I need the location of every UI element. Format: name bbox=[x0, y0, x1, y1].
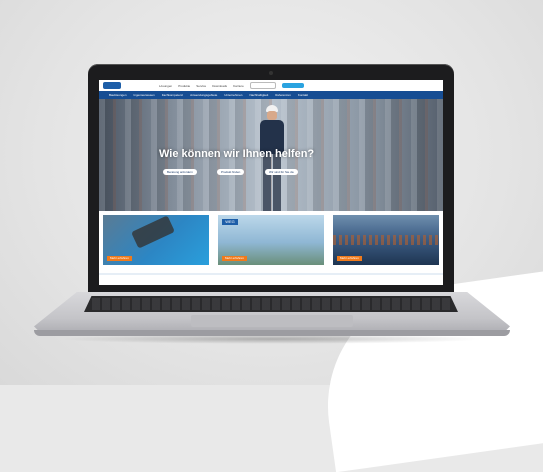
tile-button[interactable]: Mehr erfahren bbox=[107, 256, 132, 261]
hero-title: Wie können wir Ihnen helfen? bbox=[159, 148, 315, 160]
nav-item[interactable]: Anwendungsgebiete bbox=[190, 93, 217, 97]
top-nav-link[interactable]: Downloads bbox=[212, 84, 227, 88]
nav-item[interactable]: Baulösungen bbox=[109, 93, 127, 97]
company-logo[interactable] bbox=[103, 82, 121, 89]
teaser-tile[interactable]: Mehr erfahren bbox=[103, 215, 209, 265]
webcam bbox=[269, 71, 273, 75]
laptop-front-edge bbox=[34, 330, 510, 336]
keyboard-keys bbox=[92, 298, 450, 310]
tile-button[interactable]: Mehr erfahren bbox=[337, 256, 362, 261]
hero-button[interactable]: Beratung anfordern bbox=[163, 169, 197, 175]
teaser-tile[interactable]: Mehr erfahren bbox=[333, 215, 439, 265]
trackpad bbox=[191, 315, 353, 327]
hero-banner: Wie können wir Ihnen helfen? Beratung an… bbox=[99, 99, 443, 211]
hero-button[interactable]: Produkt finden bbox=[217, 169, 245, 175]
nav-item[interactable]: Referenzen bbox=[275, 93, 291, 97]
laptop: Lösungen Produkte Service Downloads Karr… bbox=[0, 0, 543, 385]
worker-head bbox=[267, 111, 277, 120]
top-nav-link[interactable]: Karriere bbox=[233, 84, 244, 88]
contact-button[interactable] bbox=[281, 83, 304, 88]
search-input[interactable] bbox=[249, 82, 276, 89]
teaser-tile[interactable]: WEG Mehr erfahren bbox=[218, 215, 324, 265]
nav-item[interactable]: Fachkompetenz bbox=[162, 93, 183, 97]
top-nav-link[interactable]: Service bbox=[196, 84, 206, 88]
tile-button[interactable]: Mehr erfahren bbox=[222, 256, 247, 261]
laptop-screen: Lösungen Produkte Service Downloads Karr… bbox=[99, 80, 443, 285]
hero-button[interactable]: Wir sind für Sie da bbox=[265, 169, 298, 175]
top-nav-link[interactable]: Produkte bbox=[178, 84, 190, 88]
nav-item[interactable]: Ingenieurwesen bbox=[134, 93, 155, 97]
keyboard bbox=[84, 296, 458, 312]
tile-sign: WEG bbox=[222, 219, 238, 225]
nav-item[interactable]: Unternehmen bbox=[224, 93, 242, 97]
top-nav-link[interactable]: Lösungen bbox=[159, 84, 172, 88]
website-topbar: Lösungen Produkte Service Downloads Karr… bbox=[99, 80, 443, 91]
teaser-tiles: Mehr erfahren WEG Mehr erfahren Mehr erf… bbox=[99, 211, 443, 285]
worker-legs bbox=[263, 154, 281, 211]
divider bbox=[99, 273, 443, 275]
nav-item[interactable]: Kontakt bbox=[298, 93, 308, 97]
nav-item[interactable]: Nachhaltigkeit bbox=[249, 93, 268, 97]
main-navbar: Baulösungen Ingenieurwesen Fachkompetenz… bbox=[99, 91, 443, 99]
